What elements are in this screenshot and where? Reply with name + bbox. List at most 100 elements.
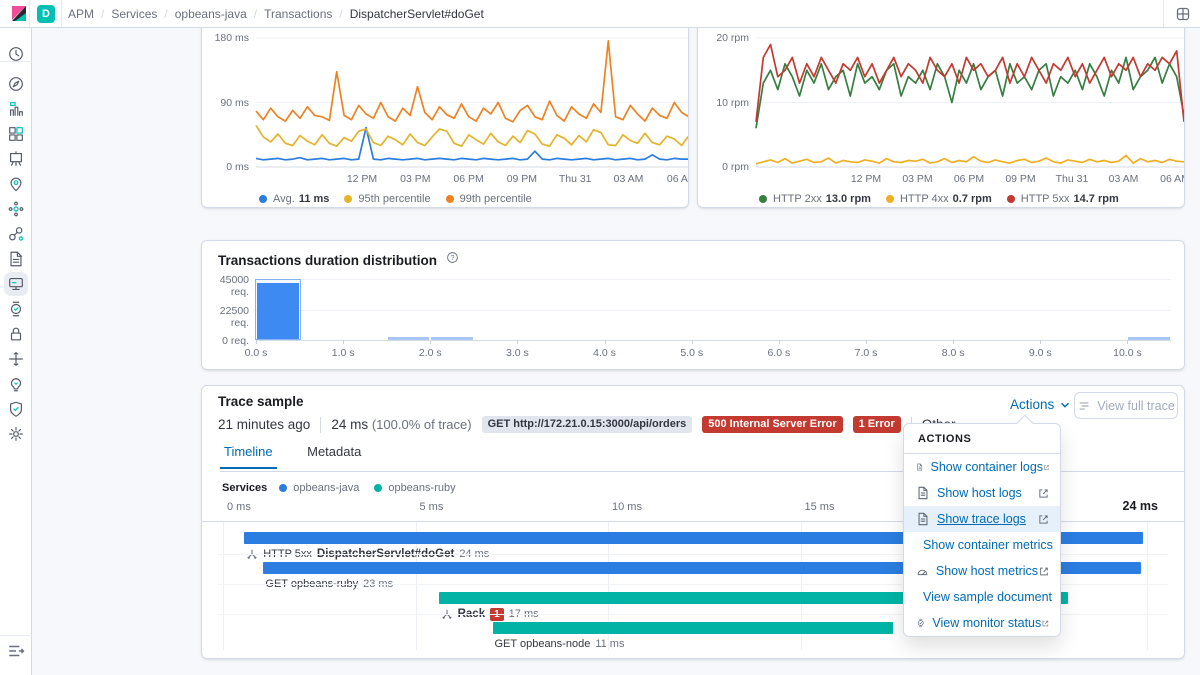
breadcrumb-transactions[interactable]: Transactions xyxy=(264,7,332,21)
tab-metadata[interactable]: Metadata xyxy=(303,438,365,467)
sidebar-item-security[interactable] xyxy=(7,325,25,343)
duration-distribution-panel: Transactions duration distribution 45000… xyxy=(201,240,1185,370)
x-axis-tick: 10.0 s xyxy=(1104,347,1150,359)
menu-item-show-trace-logs[interactable]: Show trace logs xyxy=(904,506,1060,532)
breadcrumb-dispatcherservlet-doget: DispatcherServlet#doGet xyxy=(350,7,484,21)
request-url-badge: GET http://172.21.0.15:3000/api/orders xyxy=(482,416,693,433)
tab-timeline[interactable]: Timeline xyxy=(220,438,277,469)
x-axis-tickmark xyxy=(256,340,257,344)
legend-dot xyxy=(279,484,287,492)
actions-popover: ACTIONS Show container logsShow host log… xyxy=(903,423,1061,637)
x-axis-tick: 1.0 s xyxy=(320,347,366,359)
x-axis-tick: 6.0 s xyxy=(756,347,802,359)
throughput-card-legend: HTTP 2xx13.0 rpm HTTP 4xx0.7 rpm HTTP 5xx1… xyxy=(759,193,1134,205)
sidebar-item-devtools[interactable] xyxy=(7,350,25,368)
external-link-icon xyxy=(1041,617,1050,630)
sidebar-item-recent[interactable] xyxy=(7,45,25,63)
help-icon[interactable] xyxy=(446,251,459,264)
external-link-icon xyxy=(1037,513,1050,526)
timeline-tick: 0 ms xyxy=(227,501,251,513)
latency-card-legend: Avg.11 ms 95th percentile 99th percentile xyxy=(259,193,547,205)
menu-item-show-container-logs[interactable]: Show container logs xyxy=(904,454,1060,480)
y-axis-tick: 180 ms xyxy=(202,32,249,44)
histogram-bar[interactable] xyxy=(388,337,430,340)
legend-dot xyxy=(344,195,352,203)
sidebar-item-settings[interactable] xyxy=(7,425,25,443)
series-http-2xx xyxy=(756,57,1184,128)
view-full-trace-button[interactable]: View full trace xyxy=(1074,392,1178,419)
sidebar-item-logs[interactable] xyxy=(7,250,25,268)
legend-item[interactable]: HTTP 4xx0.7 rpm xyxy=(886,193,992,205)
space-badge[interactable]: D xyxy=(37,5,55,23)
legend-item[interactable]: 99th percentile xyxy=(446,193,532,205)
x-axis-tick: 12 PM xyxy=(339,173,385,185)
y-axis-tick: 90 ms xyxy=(202,97,249,109)
trace-duration: 24 ms (100.0% of trace) xyxy=(331,417,471,432)
x-axis-tickmark xyxy=(1040,340,1041,344)
legend-item[interactable]: 95th percentile xyxy=(344,193,430,205)
x-axis-tick: 06 AM xyxy=(659,173,689,185)
x-axis-tick: 0.0 s xyxy=(233,347,279,359)
sidebar-item-graph[interactable] xyxy=(7,225,25,243)
sidebar-item-dashboard[interactable] xyxy=(7,125,25,143)
status-code-badge: 500 Internal Server Error xyxy=(702,416,842,433)
series-http-5xx xyxy=(756,45,1184,122)
x-axis-tick: 03 PM xyxy=(392,173,438,185)
x-axis-tickmark xyxy=(517,340,518,344)
x-axis-tick: Thu 31 xyxy=(552,173,598,185)
menu-item-view-sample-document[interactable]: View sample document xyxy=(904,584,1060,610)
waterfall-label[interactable]: GET opbeans-node11 ms xyxy=(495,637,625,651)
timeline-end-tick: 24 ms xyxy=(1078,499,1158,513)
menu-item-view-monitor-status[interactable]: View monitor status xyxy=(904,610,1060,636)
sidebar-item-discover[interactable] xyxy=(7,75,25,93)
x-axis-tickmark xyxy=(866,340,867,344)
y-axis-tick: 0 ms xyxy=(202,161,249,173)
x-axis-tick: 03 AM xyxy=(1101,173,1147,185)
sidebar-item-apm[interactable] xyxy=(7,275,25,293)
header-divider xyxy=(1163,0,1164,27)
sidebar-item-visualize[interactable] xyxy=(7,100,25,118)
x-axis-tickmark xyxy=(605,340,606,344)
external-link-icon xyxy=(1043,461,1050,474)
waterfall-bar-get-opbeans-node[interactable] xyxy=(493,622,893,634)
service-legend-opbeans-java[interactable]: opbeans-java xyxy=(279,482,359,494)
legend-item[interactable]: HTTP 5xx14.7 rpm xyxy=(1007,193,1119,205)
y-axis-tick: 0 rpm xyxy=(698,161,749,173)
actions-button[interactable]: Actions xyxy=(1010,397,1072,412)
kibana-logo[interactable] xyxy=(10,5,28,23)
sidebar-item-canvas[interactable] xyxy=(7,150,25,168)
sidebar-item-uptime[interactable] xyxy=(7,300,25,318)
summary-divider xyxy=(320,417,321,433)
legend-item[interactable]: HTTP 2xx13.0 rpm xyxy=(759,193,871,205)
collapse-nav-icon[interactable] xyxy=(7,642,25,660)
throughput-card-plot xyxy=(756,38,1184,169)
x-axis-tick: 03 PM xyxy=(895,173,941,185)
histogram-bar[interactable] xyxy=(431,337,473,340)
legend-dot xyxy=(759,195,767,203)
timeline-tick: 5 ms xyxy=(420,501,444,513)
series-p99 xyxy=(256,41,689,122)
menu-item-show-host-logs[interactable]: Show host logs xyxy=(904,480,1060,506)
menu-item-show-container-metrics[interactable]: Show container metrics xyxy=(904,532,1060,558)
services-label: Services xyxy=(222,482,267,494)
sidebar-item-maps[interactable] xyxy=(7,175,25,193)
legend-item[interactable]: Avg.11 ms xyxy=(259,193,329,205)
series-p95 xyxy=(256,125,689,146)
sidebar-item-management[interactable] xyxy=(7,400,25,418)
x-axis-tick: 06 PM xyxy=(946,173,992,185)
x-axis-tick: 8.0 s xyxy=(930,347,976,359)
sidebar-item-monitoring[interactable] xyxy=(7,375,25,393)
histogram-bar[interactable] xyxy=(1128,337,1170,340)
breadcrumb-services[interactable]: Services xyxy=(111,7,157,21)
breadcrumb-apm[interactable]: APM xyxy=(68,7,94,21)
apps-icon[interactable] xyxy=(1175,6,1191,22)
timeline-gridline xyxy=(223,522,224,650)
service-legend-opbeans-ruby[interactable]: opbeans-ruby xyxy=(374,482,455,494)
sidebar-nav xyxy=(0,28,32,675)
error-count-badge[interactable]: 1 Error xyxy=(853,416,901,433)
histogram-selection[interactable] xyxy=(255,279,301,340)
menu-item-show-host-metrics[interactable]: Show host metrics xyxy=(904,558,1060,584)
sidebar-item-ml[interactable] xyxy=(7,200,25,218)
breadcrumb-opbeans-java[interactable]: opbeans-java xyxy=(175,7,247,21)
distribution-histogram xyxy=(256,279,1171,340)
